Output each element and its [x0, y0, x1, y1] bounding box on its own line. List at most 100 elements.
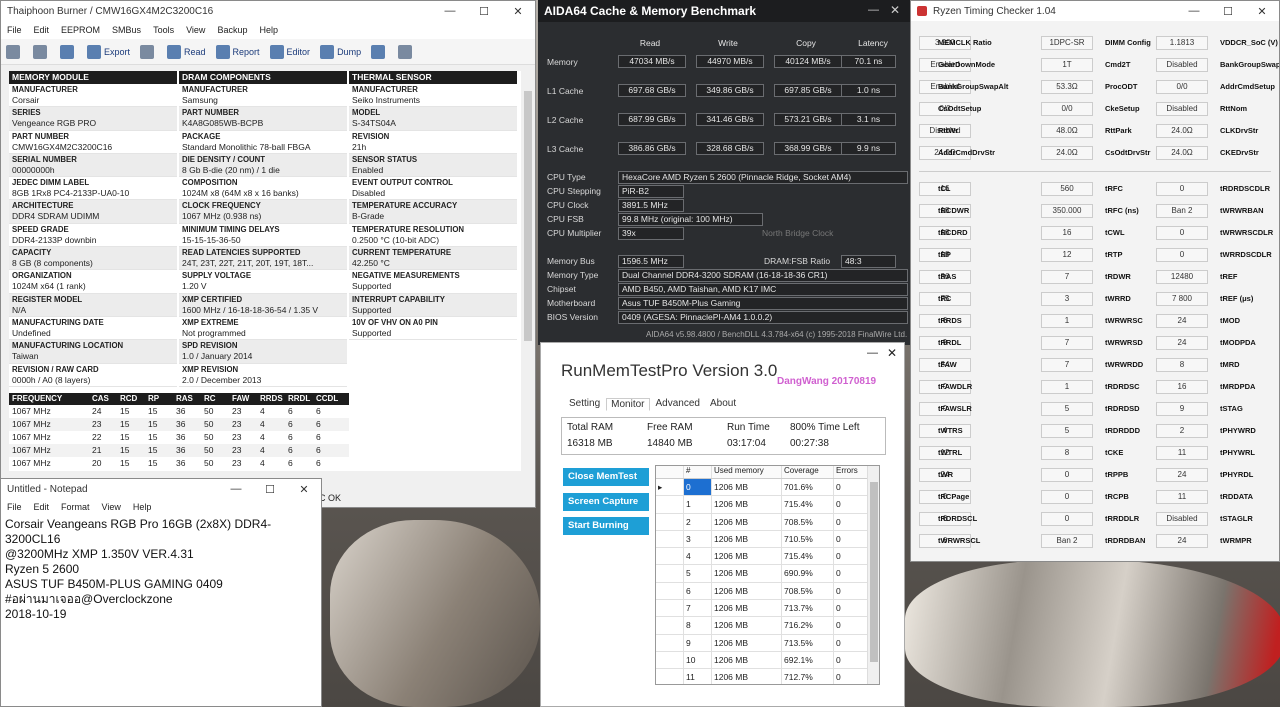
grid-scrollbar[interactable] [867, 466, 879, 684]
maximize-button[interactable]: ☐ [253, 483, 287, 496]
menu-tools[interactable]: Tools [147, 25, 180, 35]
field-label: ARCHITECTURE [12, 201, 74, 211]
menu-help[interactable]: Help [127, 502, 158, 512]
spd-field: ORGANIZATION 1024M x64 (1 rank) [9, 270, 177, 294]
table-cell: 6 [316, 458, 321, 468]
table-cell: 1067 MHz [12, 445, 51, 455]
menu-edit[interactable]: Edit [28, 25, 56, 35]
text-area[interactable]: Corsair Veangeans RGB Pro 16GB (2x8X) DD… [1, 515, 321, 706]
table-cell: 6 [288, 432, 293, 442]
table-cell: 4 [260, 406, 265, 416]
dump-icon [320, 44, 335, 59]
menu-backup[interactable]: Backup [211, 25, 253, 35]
grid-row: 8 1206 MB 716.2% 0 [656, 617, 879, 635]
menu-eeprom[interactable]: EEPROM [55, 25, 106, 35]
spd-field: 10V OF VHV ON A0 PIN Supported [349, 317, 517, 341]
header-cell: RC [204, 394, 216, 403]
close-button[interactable]: ✕ [887, 346, 897, 360]
field-label: MODEL [352, 108, 381, 118]
mem-bus-label: Memory Bus [547, 256, 595, 266]
menu-help[interactable]: Help [253, 25, 284, 35]
tab-advanced[interactable]: Advanced [652, 398, 704, 411]
close-button[interactable]: ✕ [1245, 5, 1279, 18]
settings-button[interactable] [366, 41, 393, 63]
menu-view[interactable]: View [180, 25, 211, 35]
maximize-button[interactable]: ☐ [467, 5, 501, 18]
write-button[interactable] [135, 41, 162, 63]
timing-value: 1T [1041, 58, 1093, 72]
table-cell: 715.4% [782, 496, 834, 513]
field-label: INTERRUPT CAPABILITY [352, 294, 445, 304]
dump-button[interactable]: Dump [315, 41, 366, 63]
read-button[interactable]: Read [162, 41, 211, 63]
editor-button[interactable]: Editor [265, 41, 316, 63]
spd-field: TEMPERATURE ACCURACY B-Grade [349, 200, 517, 224]
row-indicator [656, 548, 684, 565]
table-cell: 3 [684, 530, 712, 548]
table-cell: 50 [204, 406, 214, 416]
export-button[interactable]: Export [82, 41, 135, 63]
timing-value: 8 [1156, 358, 1208, 372]
menu-edit[interactable]: Edit [28, 502, 56, 512]
scrollbar-thumb[interactable] [524, 91, 532, 341]
report-button[interactable]: Report [211, 41, 265, 63]
menu-smbus[interactable]: SMBus [106, 25, 147, 35]
field-value: Corsair [12, 95, 40, 105]
field-value: 42.250 °C [352, 258, 390, 269]
timing-label: tWRWRSCDLR [1220, 228, 1274, 237]
close-memtest-button[interactable]: Close MemTest [563, 468, 649, 486]
timing-label: tRPPB [1105, 470, 1129, 479]
menu-format[interactable]: Format [55, 502, 96, 512]
menu-view[interactable]: View [96, 502, 127, 512]
menu-file[interactable]: File [1, 25, 28, 35]
timing-value: 3 [1041, 292, 1093, 306]
close-button[interactable]: ✕ [890, 3, 900, 17]
timing-label: tPHYRDL [1220, 470, 1254, 479]
minimize-button[interactable]: — [867, 347, 878, 359]
field-label: CLOCK FREQUENCY [182, 201, 261, 211]
row-indicator [656, 513, 684, 530]
table-cell: 15 [120, 458, 130, 468]
field-label: MANUFACTURER [12, 85, 78, 94]
timing-label: GearDownMode [938, 60, 996, 69]
status-text: C OK [319, 493, 342, 503]
module-button[interactable] [393, 41, 420, 63]
menu-bar: File Edit Format View Help [1, 499, 321, 515]
start-burning-button[interactable]: Start Burning [563, 517, 649, 535]
save-button[interactable] [55, 41, 82, 63]
maximize-button[interactable]: ☐ [1211, 5, 1245, 18]
vertical-scrollbar[interactable] [523, 71, 533, 471]
cpu-fsb-label: CPU FSB [547, 214, 584, 224]
minimize-button[interactable]: — [433, 5, 467, 17]
field-label: CURRENT TEMPERATURE [352, 248, 452, 258]
open-button[interactable] [1, 41, 28, 63]
export-icon [87, 44, 101, 59]
scrollbar-thumb[interactable] [870, 482, 878, 662]
minimize-button[interactable]: — [1177, 5, 1211, 17]
table-cell: 50 [204, 445, 214, 455]
minimize-button[interactable]: — [868, 4, 879, 16]
table-cell: 6 [316, 432, 321, 442]
timing-value: 0 [1156, 226, 1208, 240]
author-label: DangWang 20170819 [777, 376, 877, 387]
field-label: XMP CERTIFIED [182, 294, 243, 304]
tab-about[interactable]: About [706, 398, 740, 411]
field-value: 00000000h [12, 164, 55, 175]
timing-label: tRDWR [1105, 272, 1131, 281]
tab-setting[interactable]: Setting [565, 398, 604, 411]
row-indicator [656, 496, 684, 513]
timing-value: 7 [1041, 358, 1093, 372]
close-button[interactable]: ✕ [501, 5, 535, 18]
timing-value: 5 [1041, 402, 1093, 416]
spd-field: CURRENT TEMPERATURE 42.250 °C [349, 247, 517, 271]
close-button[interactable]: ✕ [287, 483, 321, 496]
timing-label: CKEDrvStr [1220, 148, 1259, 157]
benchmark-value: 44970 MB/s [696, 55, 764, 68]
screen-capture-button[interactable]: Screen Capture [563, 493, 649, 511]
tab-monitor[interactable]: Monitor [606, 398, 650, 411]
field-value: 2.0 / December 2013 [182, 374, 262, 385]
menu-file[interactable]: File [1, 502, 28, 512]
benchmark-value: 40124 MB/s [774, 55, 842, 68]
minimize-button[interactable]: — [219, 483, 253, 495]
folder-button[interactable] [28, 41, 55, 63]
